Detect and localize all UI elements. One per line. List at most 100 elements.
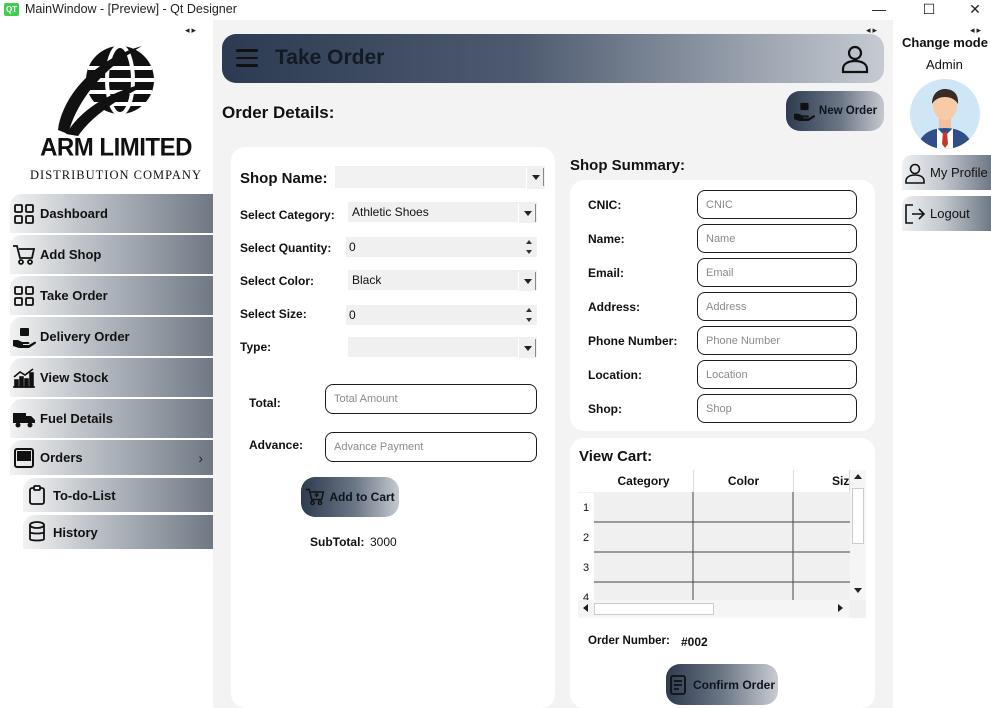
spin-down-icon[interactable] <box>521 247 537 257</box>
nav-take-order[interactable]: Take Order <box>10 276 213 315</box>
scroll-left-icon[interactable] <box>583 604 588 612</box>
cart-icon <box>12 243 36 267</box>
admin-avatar <box>910 79 980 149</box>
total-amount-input[interactable]: Total Amount <box>325 384 537 414</box>
color-combo[interactable]: Black <box>348 270 537 291</box>
cart-table[interactable]: Category Color Size 1 2 3 4 <box>578 470 866 618</box>
color-value: Black <box>352 273 382 287</box>
nav-label: Dashboard <box>40 206 108 221</box>
input-placeholder: Shop <box>706 402 732 415</box>
summary-field-label: Email: <box>588 266 625 280</box>
page-title: Take Order <box>275 46 385 69</box>
summary-input-shop[interactable]: Shop <box>697 394 857 423</box>
scroll-up-icon[interactable] <box>854 474 862 479</box>
scrollbar-thumb[interactable] <box>594 603 714 615</box>
order-number-value: #002 <box>681 635 708 649</box>
scrollbar-thumb[interactable] <box>852 488 864 544</box>
confirm-order-button[interactable]: Confirm Order <box>666 664 778 705</box>
nav-todo-list[interactable]: To-do-List <box>23 478 213 512</box>
nav-history[interactable]: History <box>23 515 213 549</box>
maximize-button[interactable]: ☐ <box>906 0 952 20</box>
spin-down-icon[interactable] <box>521 315 537 325</box>
size-label: Select Size: <box>240 307 307 321</box>
spin-up-icon[interactable] <box>521 237 537 247</box>
user-icon <box>905 163 925 184</box>
my-profile-button[interactable]: My Profile <box>902 155 991 190</box>
summary-input-email[interactable]: Email <box>697 258 857 287</box>
qt-app-icon: QT <box>4 3 19 16</box>
summary-input-location[interactable]: Location <box>697 360 857 389</box>
window-title: MainWindow - [Preview] - Qt Designer <box>25 2 237 16</box>
nav-label: Take Order <box>40 288 108 303</box>
nav-label: Orders <box>40 450 83 465</box>
input-placeholder: Name <box>706 232 736 245</box>
database-icon <box>25 520 49 544</box>
nav-fuel-details[interactable]: Fuel Details <box>10 399 213 438</box>
nav-view-stock[interactable]: View Stock <box>10 358 213 397</box>
summary-input-phone-number[interactable]: Phone Number <box>697 326 857 355</box>
hand-box-icon <box>12 325 36 349</box>
minimize-button[interactable]: — <box>856 0 902 20</box>
summary-input-cnic[interactable]: CNIC <box>697 190 857 219</box>
horizontal-scrollbar[interactable] <box>578 600 850 618</box>
subtotal-label: SubTotal: <box>310 535 365 549</box>
orders-icon <box>12 446 36 470</box>
new-order-button[interactable]: New Order <box>786 91 884 131</box>
spin-up-icon[interactable] <box>521 305 537 315</box>
category-value: Athletic Shoes <box>352 205 429 219</box>
color-label: Select Color: <box>240 274 315 288</box>
size-spinbox[interactable]: 0 <box>346 305 537 325</box>
nav-label: Fuel Details <box>40 411 113 426</box>
summary-field-label: Shop: <box>588 402 622 416</box>
column-header[interactable]: Size <box>794 470 850 492</box>
column-header[interactable]: Color <box>694 470 794 492</box>
input-placeholder: CNIC <box>706 198 733 211</box>
summary-input-name[interactable]: Name <box>697 224 857 253</box>
size-value: 0 <box>349 308 356 322</box>
total-placeholder: Total Amount <box>334 393 398 405</box>
category-combo[interactable]: Athletic Shoes <box>348 202 537 223</box>
subtotal-value: 3000 <box>370 535 397 549</box>
chevron-right-icon: › <box>198 450 203 466</box>
vertical-scrollbar[interactable] <box>850 470 866 600</box>
summary-field-label: Name: <box>588 232 625 246</box>
nav-add-shop[interactable]: Add Shop <box>10 235 213 274</box>
type-combo[interactable] <box>348 337 537 358</box>
shop-name-combo[interactable] <box>335 166 545 189</box>
stock-chart-icon <box>12 366 36 390</box>
advance-payment-input[interactable]: Advance Payment <box>325 432 537 462</box>
chevron-down-icon <box>518 271 536 291</box>
input-placeholder: Phone Number <box>706 334 780 347</box>
receipt-icon <box>670 674 686 695</box>
hamburger-menu-icon[interactable] <box>236 49 258 67</box>
hand-box-icon <box>793 102 815 121</box>
chevron-down-icon <box>526 167 544 189</box>
nav-dashboard[interactable]: Dashboard <box>10 194 213 233</box>
order-details-heading: Order Details: <box>222 103 335 122</box>
column-header[interactable]: Category <box>594 470 694 492</box>
splitter-handle-icon[interactable]: ◂▸ <box>185 25 198 36</box>
order-number-label: Order Number: <box>588 635 670 647</box>
scroll-right-icon[interactable] <box>838 604 843 612</box>
scroll-down-icon[interactable] <box>854 588 862 593</box>
nav-label: View Stock <box>40 370 109 385</box>
summary-field-label: Address: <box>588 300 641 314</box>
total-label: Total: <box>249 396 281 410</box>
truck-icon <box>12 407 36 431</box>
advance-label: Advance: <box>249 438 304 452</box>
user-account-icon[interactable] <box>840 44 870 74</box>
clipboard-icon <box>25 483 49 507</box>
close-button[interactable]: ✕ <box>952 0 991 20</box>
nav-label: History <box>53 524 98 540</box>
nav-delivery-order[interactable]: Delivery Order <box>10 317 213 356</box>
input-placeholder: Address <box>706 300 747 313</box>
change-mode-button[interactable]: Change mode <box>902 35 988 50</box>
dashboard-grid-icon <box>12 202 36 226</box>
logout-label: Logout <box>930 206 970 221</box>
logout-button[interactable]: Logout <box>902 196 991 231</box>
nav-orders[interactable]: Orders › <box>10 440 213 475</box>
summary-input-address[interactable]: Address <box>697 292 857 321</box>
add-to-cart-button[interactable]: Add to Cart <box>301 477 399 517</box>
quantity-spinbox[interactable]: 0 <box>346 237 537 257</box>
summary-field-label: Phone Number: <box>588 334 678 348</box>
